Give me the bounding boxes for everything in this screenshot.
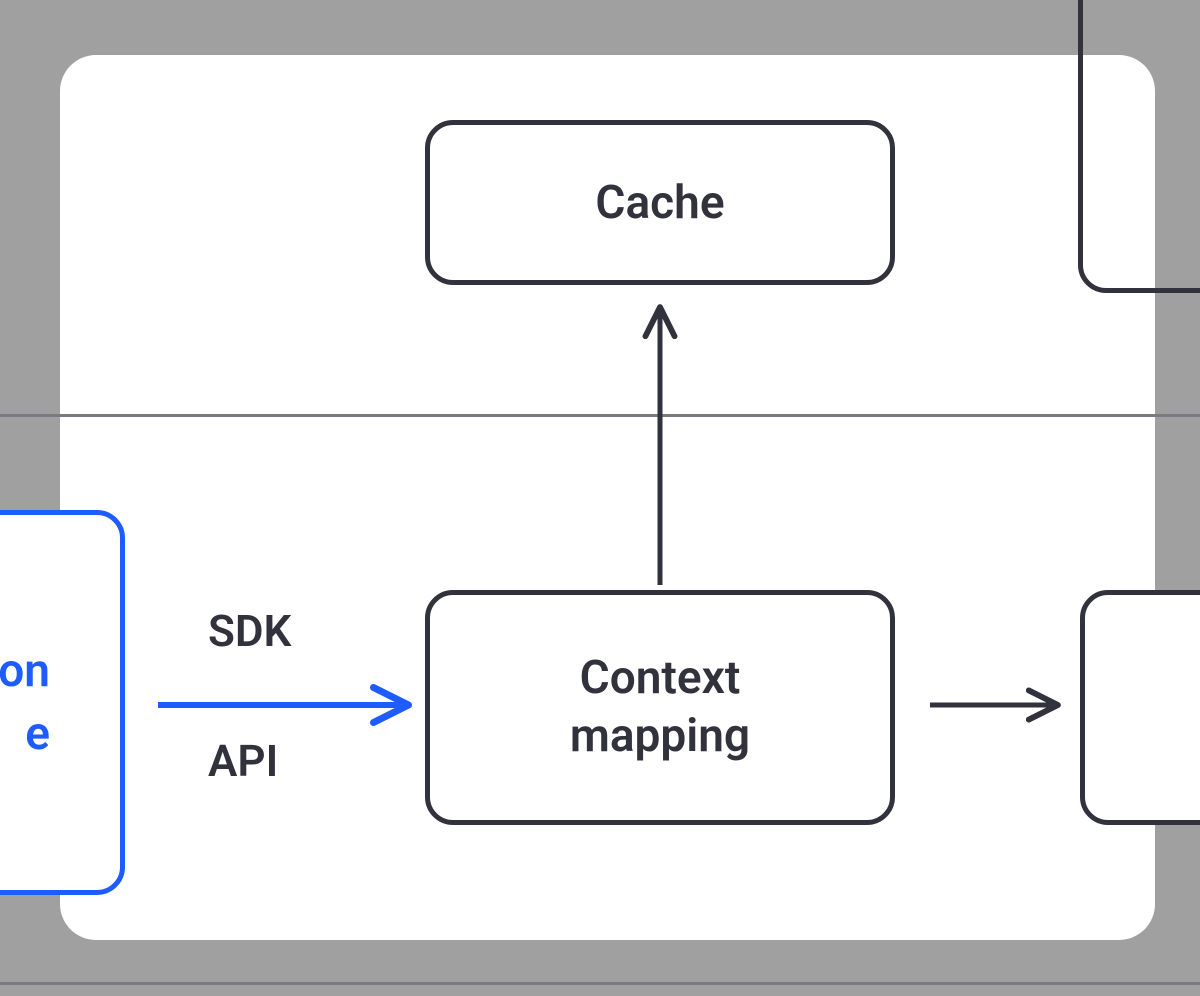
node-cache: Cache [425, 120, 895, 285]
divider-line [0, 414, 1200, 417]
node-left-partial: on e [0, 510, 125, 895]
node-left-partial-line1: on [0, 640, 50, 702]
node-cache-label: Cache [595, 176, 724, 230]
edge-label-sdk: SDK [208, 605, 291, 657]
node-right-lower-partial [1080, 590, 1200, 825]
diagram-canvas: Cache Context mapping on e SDK API [0, 0, 1200, 996]
node-right-upper-partial [1078, 0, 1200, 293]
divider-line-lower [0, 982, 1200, 985]
node-context-mapping: Context mapping [425, 590, 895, 825]
edge-label-api: API [208, 735, 278, 787]
node-context-mapping-label: Context mapping [570, 650, 750, 765]
node-left-partial-line2: e [0, 703, 50, 765]
